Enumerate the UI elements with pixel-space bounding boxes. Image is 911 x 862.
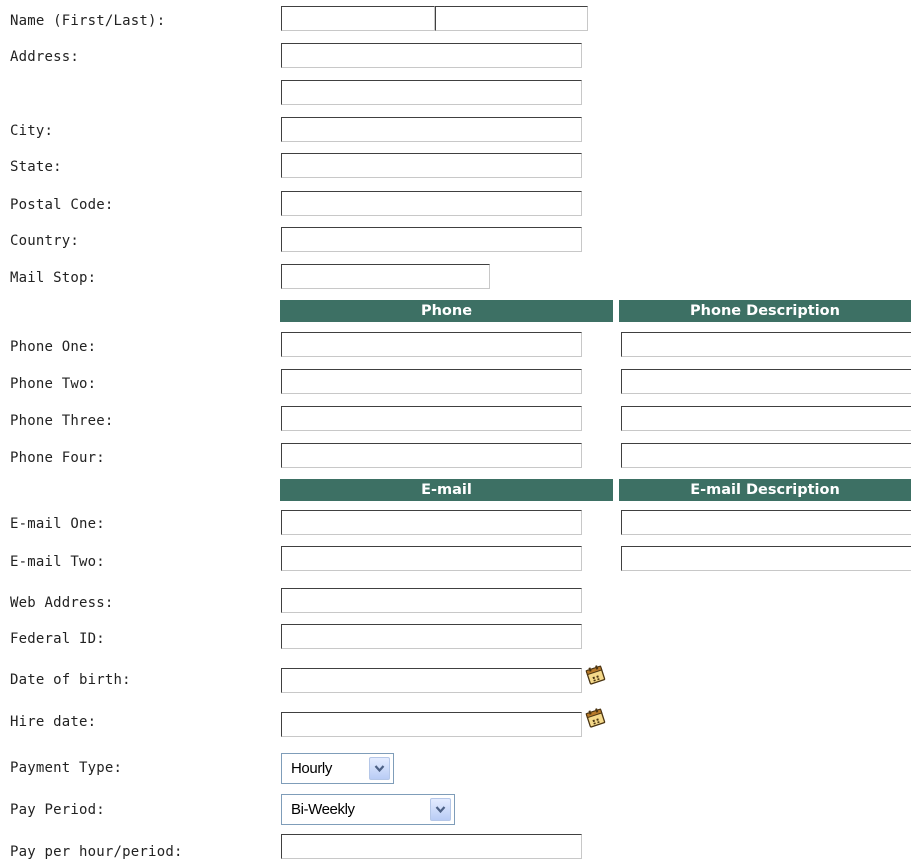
state-field[interactable]	[281, 153, 582, 178]
phone-three-label: Phone Three:	[10, 413, 114, 429]
chevron-down-icon	[435, 806, 446, 814]
address-line2-field[interactable]	[281, 80, 582, 105]
phone-three-description-field[interactable]	[621, 406, 911, 431]
calendar-icon[interactable]	[585, 707, 607, 729]
payment-type-select[interactable]: Hourly	[281, 753, 394, 784]
city-field[interactable]	[281, 117, 582, 142]
postal-code-label: Postal Code:	[10, 197, 114, 213]
last-name-field[interactable]	[435, 6, 588, 31]
payment-type-dropdown-button[interactable]	[369, 757, 390, 780]
email-one-label: E-mail One:	[10, 516, 105, 532]
email-two-field[interactable]	[281, 546, 582, 571]
pay-per-hour-period-label: Pay per hour/period:	[10, 844, 183, 860]
phone-four-label: Phone Four:	[10, 450, 105, 466]
first-name-field[interactable]	[281, 6, 435, 31]
pay-period-dropdown-button[interactable]	[430, 798, 451, 821]
email-two-label: E-mail Two:	[10, 554, 105, 570]
phone-four-field[interactable]	[281, 443, 582, 468]
calendar-icon[interactable]	[585, 664, 607, 686]
email-one-field[interactable]	[281, 510, 582, 535]
city-label: City:	[10, 123, 54, 139]
pay-period-select[interactable]: Bi-Weekly	[281, 794, 455, 825]
pay-period-label: Pay Period:	[10, 802, 105, 818]
country-label: Country:	[10, 233, 80, 249]
country-field[interactable]	[281, 227, 582, 252]
email-two-description-field[interactable]	[621, 546, 911, 571]
phone-two-field[interactable]	[281, 369, 582, 394]
phone-column-header: Phone	[280, 300, 613, 322]
web-address-label: Web Address:	[10, 595, 114, 611]
state-label: State:	[10, 159, 62, 175]
date-of-birth-field[interactable]	[281, 668, 582, 693]
phone-four-description-field[interactable]	[621, 443, 911, 468]
federal-id-field[interactable]	[281, 624, 582, 649]
date-of-birth-label: Date of birth:	[10, 672, 131, 688]
phone-description-column-header: Phone Description	[619, 300, 911, 322]
phone-one-description-field[interactable]	[621, 332, 911, 357]
web-address-field[interactable]	[281, 588, 582, 613]
email-one-description-field[interactable]	[621, 510, 911, 535]
federal-id-label: Federal ID:	[10, 631, 105, 647]
email-description-column-header: E-mail Description	[619, 479, 911, 501]
postal-code-field[interactable]	[281, 191, 582, 216]
email-column-header: E-mail	[280, 479, 613, 501]
hire-date-label: Hire date:	[10, 714, 97, 730]
phone-three-field[interactable]	[281, 406, 582, 431]
payment-type-label: Payment Type:	[10, 760, 123, 776]
chevron-down-icon	[374, 765, 385, 773]
pay-per-hour-period-field[interactable]	[281, 834, 582, 859]
phone-two-description-field[interactable]	[621, 369, 911, 394]
phone-one-field[interactable]	[281, 332, 582, 357]
mail-stop-label: Mail Stop:	[10, 270, 97, 286]
payment-type-value: Hourly	[291, 760, 332, 777]
address-label: Address:	[10, 49, 80, 65]
name-label: Name (First/Last):	[10, 13, 166, 29]
address-line1-field[interactable]	[281, 43, 582, 68]
phone-one-label: Phone One:	[10, 339, 97, 355]
mail-stop-field[interactable]	[281, 264, 490, 289]
pay-period-value: Bi-Weekly	[291, 801, 355, 818]
hire-date-field[interactable]	[281, 712, 582, 737]
phone-two-label: Phone Two:	[10, 376, 97, 392]
